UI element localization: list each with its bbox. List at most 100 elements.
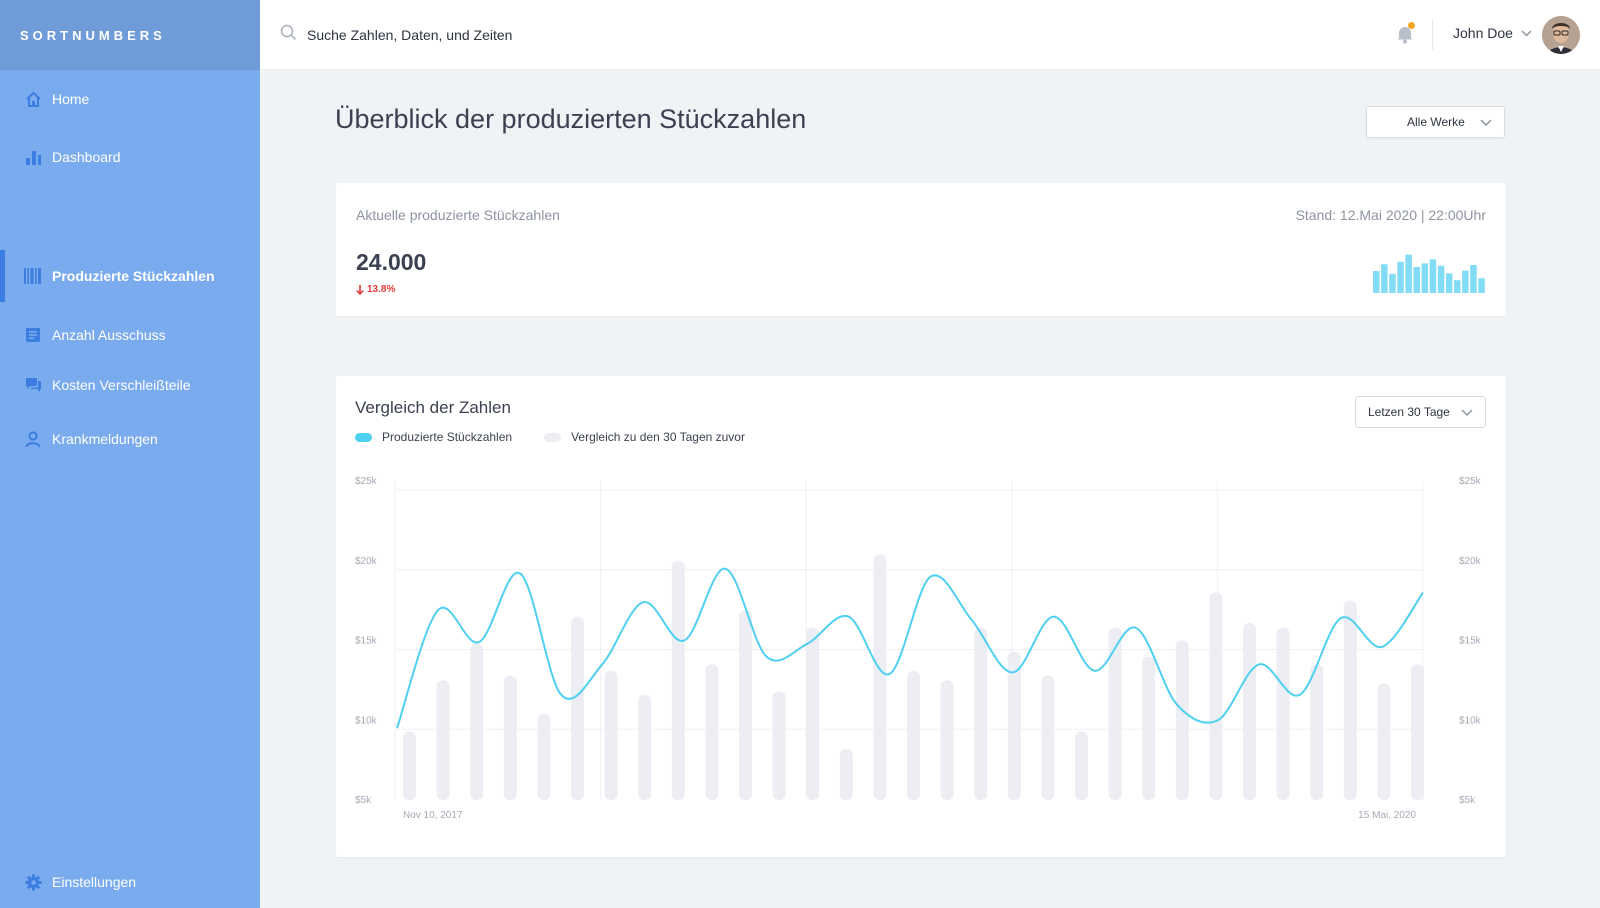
chart-bar — [1041, 675, 1055, 800]
sidebar-item-kosten-verschleissteile[interactable]: Kosten Verschleißteile — [0, 359, 260, 411]
chart-bar — [1310, 664, 1324, 800]
chart-bar — [1276, 627, 1290, 800]
sparkline-bar — [1421, 263, 1429, 293]
legend-swatch-previous — [544, 432, 562, 442]
chevron-down-icon — [1521, 29, 1532, 37]
y-axis-tick-left: $5k — [355, 795, 372, 806]
range-select-value: Letzen 30 Tage — [1368, 405, 1450, 419]
chart-bar — [806, 627, 820, 800]
chart-bar — [1377, 683, 1391, 800]
notification-dot — [1408, 22, 1415, 29]
chart-bar — [1209, 592, 1223, 800]
sparkline-chart — [1373, 254, 1485, 293]
chart-bar — [1343, 600, 1357, 800]
chart-bar — [503, 675, 517, 800]
sidebar-item-anzahl-ausschuss[interactable]: Anzahl Ausschuss — [0, 309, 260, 361]
gear-icon — [24, 873, 42, 891]
sparkline-bar — [1405, 254, 1412, 293]
summary-value: 24.000 — [356, 249, 427, 275]
sidebar-item-label: Kosten Verschleißteile — [52, 377, 191, 393]
sparkline-bar — [1397, 261, 1404, 293]
x-axis-label-start: Nov 10, 2017 — [403, 810, 463, 821]
comparison-chart: $5k $5k $10k $10k $15k $15k $20k $20k $25k $25k No… — [355, 476, 1482, 821]
chart-bar — [1142, 656, 1156, 800]
chart-bar — [1108, 627, 1122, 800]
search-input[interactable] — [307, 27, 727, 43]
barcode-icon — [24, 267, 42, 285]
y-axis-tick-right: $25k — [1459, 476, 1482, 487]
page-title: Überblick der produzierten Stückzahlen — [335, 104, 807, 134]
chart-bar — [638, 694, 652, 800]
sidebar-item-label: Einstellungen — [52, 874, 137, 890]
y-axis-tick-left: $10k — [355, 715, 378, 726]
chart-bar — [940, 680, 954, 800]
chart-bar — [907, 670, 920, 800]
chart-bar — [1411, 664, 1424, 800]
chart-bar — [1243, 622, 1256, 800]
user-icon — [24, 430, 42, 448]
sparkline-bar — [1413, 267, 1420, 293]
legend-swatch-current — [355, 432, 372, 442]
sidebar-item-home[interactable]: Home — [0, 73, 260, 125]
sidebar-item-dashboard[interactable]: Dashboard — [0, 131, 260, 183]
legend-label-previous: Vergleich zu den 30 Tagen zuvor — [571, 430, 745, 444]
sidebar-item-label: Produzierte Stückzahlen — [52, 268, 215, 284]
y-axis-tick-right: $20k — [1459, 556, 1482, 567]
summary-label: Aktuelle produzierte Stückzahlen — [356, 207, 560, 223]
user-name: John Doe — [1453, 25, 1513, 41]
chart-bar — [1175, 640, 1189, 800]
sparkline-bar — [1389, 273, 1396, 293]
chevron-down-icon — [1461, 408, 1473, 416]
sparkline-bar — [1478, 278, 1485, 293]
chart-bar — [671, 560, 685, 800]
sidebar-item-label: Home — [52, 91, 90, 107]
chart-bar — [1007, 651, 1021, 800]
chart-bar — [839, 748, 853, 800]
y-axis-tick-left: $25k — [355, 476, 378, 487]
avatar[interactable] — [1542, 16, 1580, 54]
legend-label-current: Produzierte Stückzahlen — [382, 430, 513, 444]
chart-bar — [772, 691, 786, 800]
summary-timestamp: Stand: 12.Mai 2020 | 22:00Uhr — [1295, 207, 1486, 223]
y-axis-tick-right: $5k — [1459, 795, 1476, 806]
chart-bar — [1075, 731, 1088, 800]
sidebar-item-label: Krankmeldungen — [52, 431, 158, 447]
y-axis-tick-left: $15k — [355, 636, 378, 647]
chart-bar — [739, 610, 752, 800]
chart-bar — [537, 713, 551, 800]
summary-card: Aktuelle produzierte Stückzahlen Stand: … — [336, 183, 1506, 316]
chevron-down-icon — [1480, 118, 1492, 126]
sidebar-item-settings[interactable]: Einstellungen — [0, 856, 260, 908]
y-axis-tick-right: $15k — [1459, 636, 1482, 647]
arrow-down-icon — [356, 284, 364, 295]
search-bar — [280, 24, 727, 46]
summary-delta: 13.8% — [356, 284, 395, 295]
chart-bar — [470, 643, 484, 800]
sparkline-bar — [1373, 271, 1380, 293]
summary-delta-value: 13.8% — [367, 284, 396, 295]
x-axis-label-end: 15 Mai, 2020 — [1358, 810, 1416, 821]
chart-bar — [873, 554, 887, 800]
sparkline-bar — [1429, 259, 1437, 293]
range-select[interactable]: Letzen 30 Tage — [1355, 396, 1486, 428]
search-icon — [280, 24, 297, 46]
chart-bar — [705, 664, 719, 800]
chart-bar — [436, 680, 450, 800]
sidebar-item-label: Anzahl Ausschuss — [52, 327, 166, 343]
sparkline-bar — [1470, 265, 1477, 293]
sparkline-bar — [1462, 270, 1469, 293]
bar-chart-icon — [24, 148, 42, 166]
chart-legend: Produzierte Stückzahlen Vergleich zu den… — [355, 430, 745, 444]
plant-select[interactable]: Alle Werke — [1366, 106, 1505, 138]
user-menu[interactable]: John Doe — [1453, 25, 1532, 41]
divider — [1432, 20, 1433, 50]
sidebar-item-krankmeldungen[interactable]: Krankmeldungen — [0, 413, 260, 465]
y-axis-tick-left: $20k — [355, 556, 378, 567]
brand-logo[interactable]: SORTNUMBERS — [0, 0, 260, 70]
chart-bar — [571, 616, 584, 800]
home-icon — [24, 90, 42, 108]
y-axis-tick-right: $10k — [1459, 715, 1482, 726]
sidebar-item-produzierte-stueckzahlen[interactable]: Produzierte Stückzahlen — [0, 250, 260, 302]
chart-bar — [604, 670, 618, 800]
sparkline-bar — [1445, 273, 1453, 293]
